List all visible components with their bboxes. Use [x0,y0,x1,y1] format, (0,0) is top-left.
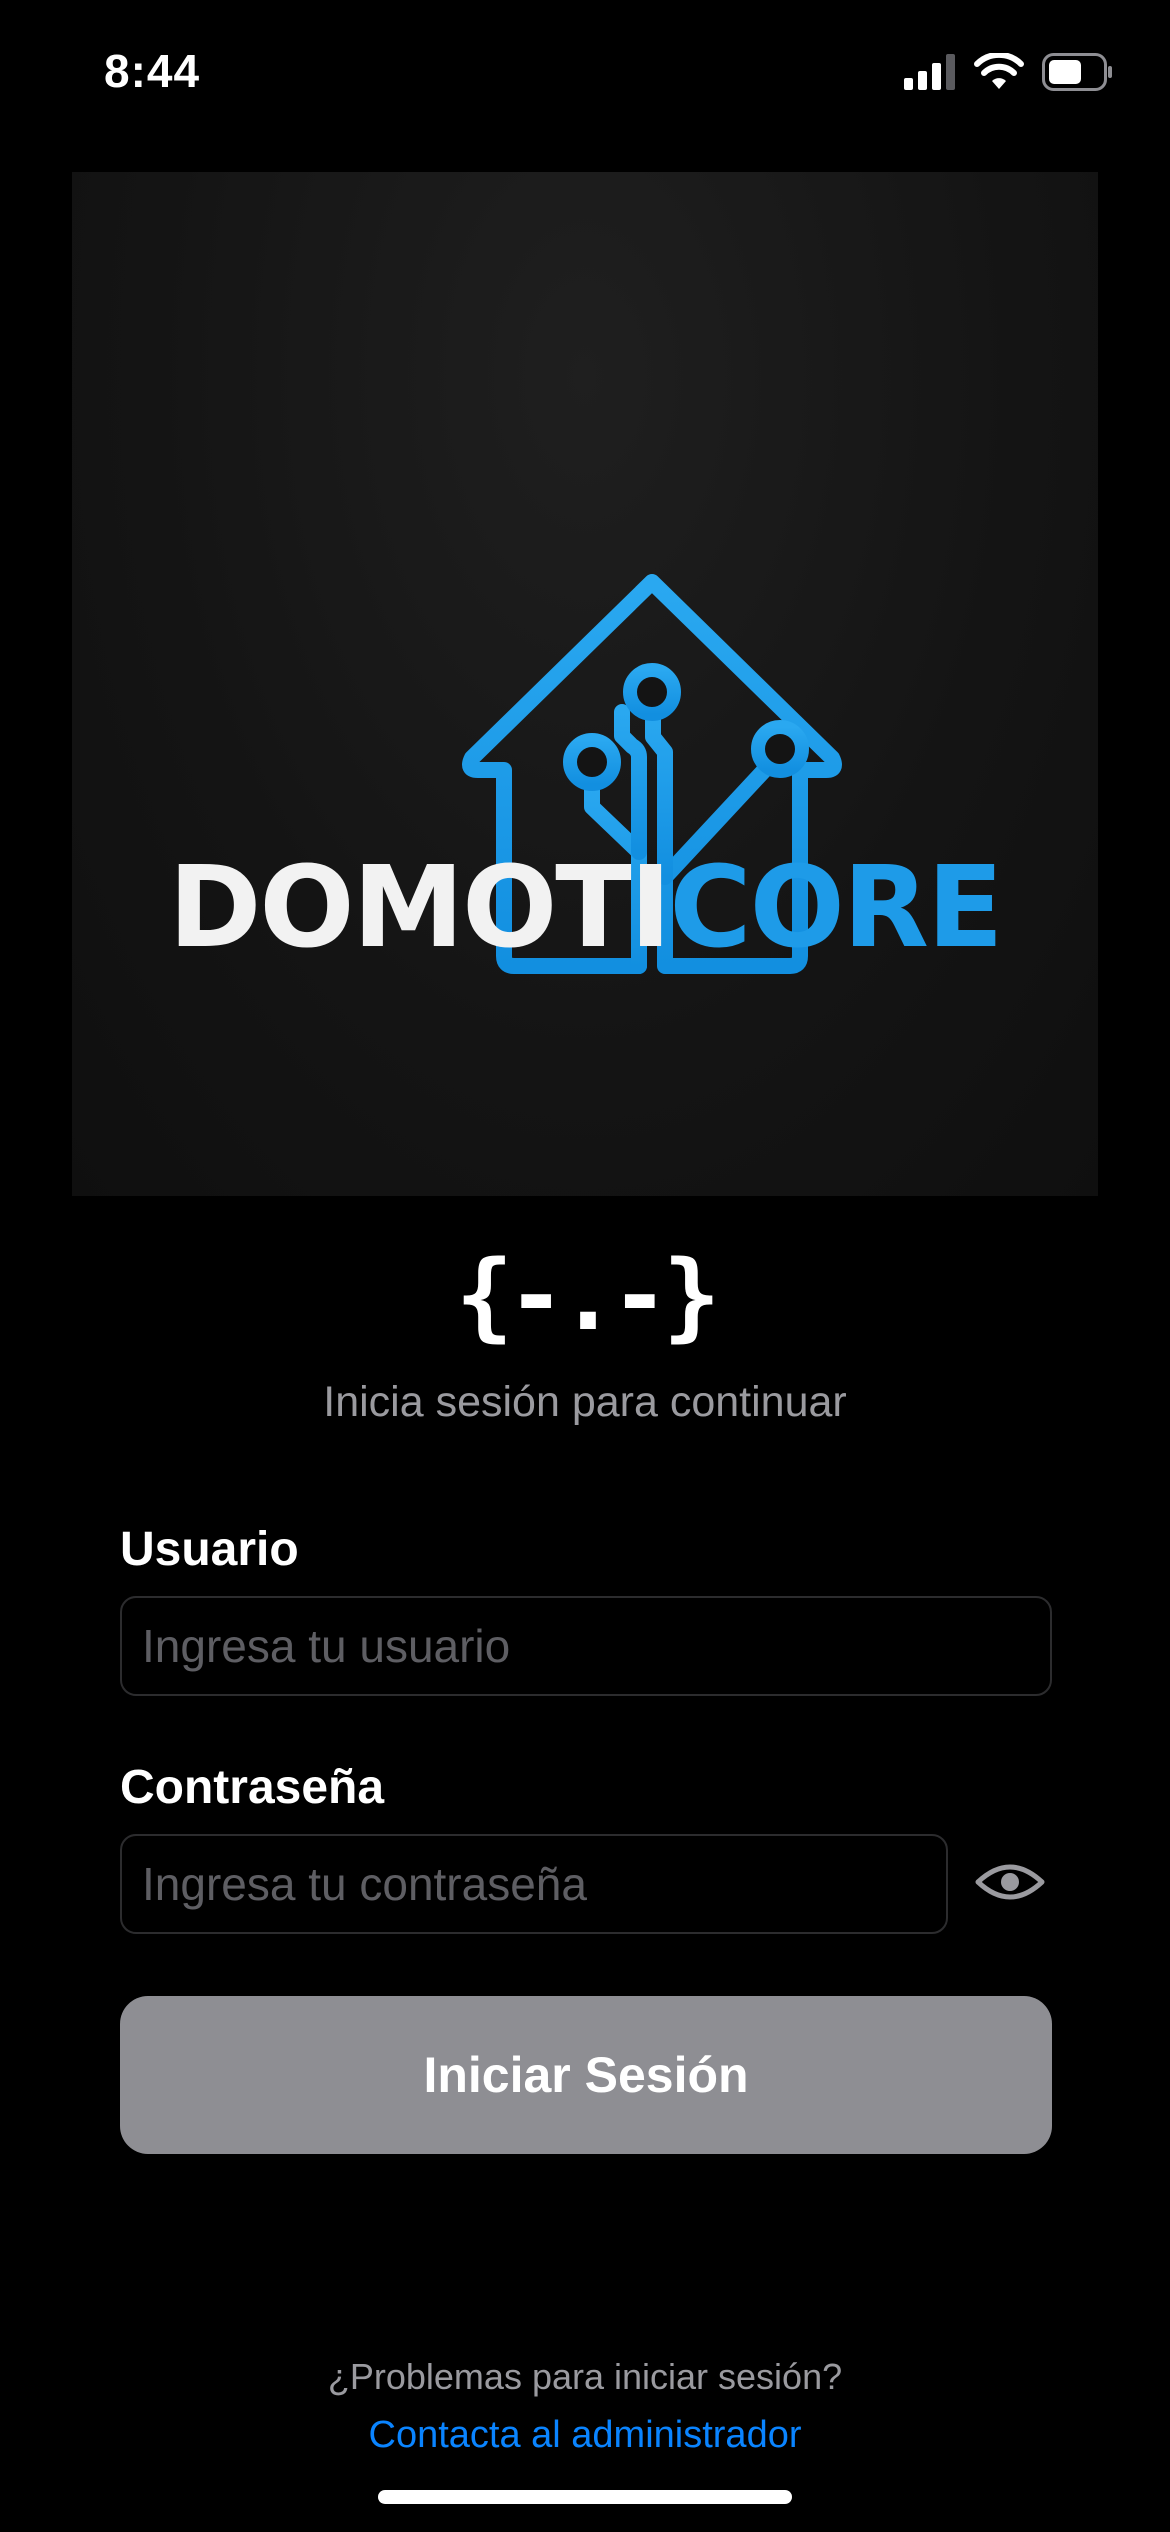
wifi-icon [974,51,1024,96]
status-time: 8:44 [104,45,201,97]
logo-wordmark: DOMOTICORE [72,852,1098,964]
password-label: Contraseña [120,1761,385,1814]
username-label: Usuario [120,1523,299,1576]
contact-admin-link[interactable]: Contacta al administrador [0,2414,1170,2457]
show-password-toggle[interactable] [972,1856,1048,1912]
logo-wordmark-part1: DOMOTI [168,843,671,973]
status-bar: 8:44 [0,0,1170,150]
logo-card: DOMOTICORE [72,172,1098,1196]
login-help-text: ¿Problemas para iniciar sesión? [327,2356,843,2397]
username-input[interactable] [120,1596,1052,1696]
logo-wordmark-part2: CORE [669,843,1003,973]
password-input[interactable] [120,1834,948,1934]
brand-glyph: {-.-} [455,1240,721,1352]
battery-icon [1042,52,1114,96]
home-indicator [378,2490,792,2504]
login-button[interactable]: Iniciar Sesión [120,1996,1052,2154]
cellular-signal-icon [904,53,956,95]
eye-icon [975,1860,1045,1909]
login-subtitle: Inicia sesión para continuar [323,1378,847,1426]
status-icons [904,51,1114,96]
